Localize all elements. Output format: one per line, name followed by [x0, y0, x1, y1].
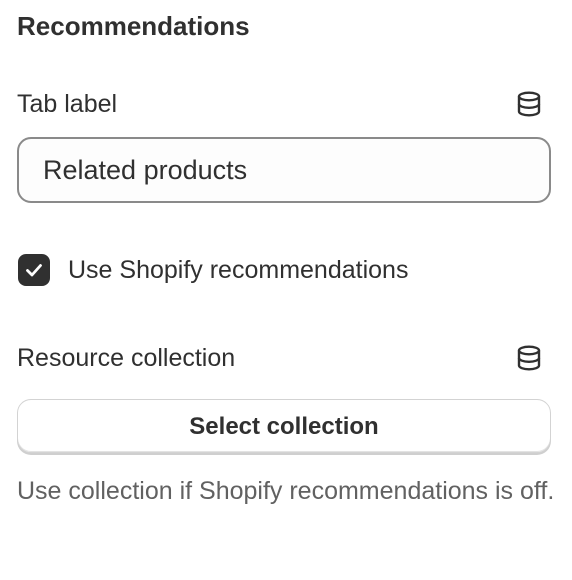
resource-collection-header: Resource collection	[17, 343, 542, 373]
database-icon[interactable]	[516, 91, 542, 117]
resource-collection-help-text: Use collection if Shopify recommendation…	[17, 477, 555, 505]
checkmark-icon	[26, 264, 42, 277]
use-shopify-recommendations-checkbox[interactable]	[18, 254, 50, 286]
select-collection-button[interactable]: Select collection	[17, 399, 551, 453]
tab-label-label: Tab label	[17, 90, 118, 118]
section-title: Recommendations	[17, 11, 250, 41]
resource-collection-label: Resource collection	[17, 344, 236, 372]
database-icon[interactable]	[516, 345, 542, 371]
use-shopify-recommendations-label[interactable]: Use Shopify recommendations	[68, 254, 408, 286]
use-shopify-recommendations-checkbox-row[interactable]: Use Shopify recommendations	[18, 254, 408, 286]
tab-label-input[interactable]	[17, 137, 551, 203]
tab-label-header: Tab label	[17, 89, 542, 119]
